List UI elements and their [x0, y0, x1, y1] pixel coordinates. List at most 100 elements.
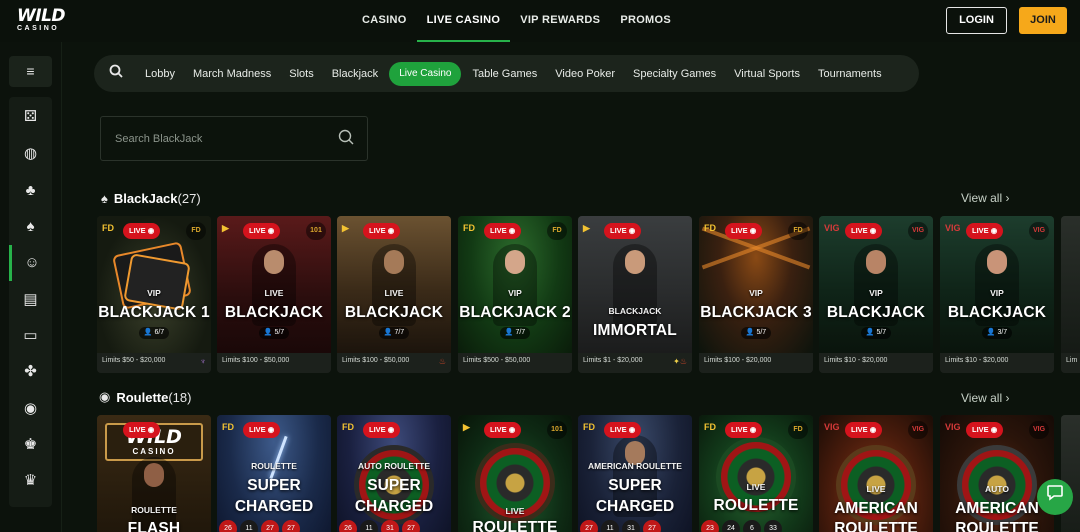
category-slots[interactable]: Slots	[280, 62, 322, 86]
game-card[interactable]: WILD CASINO LIVE ◉ ROULETTE FLASH	[97, 415, 211, 532]
view-all-blackjack-link[interactable]: View all ›	[961, 191, 1009, 205]
game-card[interactable]: VIG VIG LIVE ◉ VIP BLACKJACK 👤 3/7 Limit…	[940, 216, 1054, 373]
live-badge: LIVE ◉	[966, 223, 1004, 239]
category-video-poker[interactable]: Video Poker	[546, 62, 624, 86]
roulette-games-row: WILD CASINO LIVE ◉ ROULETTE FLASH FD LIV…	[97, 415, 1080, 532]
game-title-line2: ROULETTE	[955, 520, 1039, 532]
live-badge: LIVE ◉	[363, 223, 401, 239]
provider-logo: VIG	[824, 223, 840, 233]
game-limits: Limits $100 - $20,000	[699, 353, 813, 373]
recent-results: 27 11 31 27	[580, 520, 661, 532]
sports-ball-icon[interactable]: ◉	[9, 391, 52, 427]
hamburger-menu-icon[interactable]: ≡	[9, 56, 52, 87]
provider-logo: 101	[306, 222, 326, 240]
game-title: BLACKJACK 2	[459, 304, 571, 321]
category-tournaments[interactable]: Tournaments	[809, 62, 891, 86]
spade-icon[interactable]: ♠	[9, 209, 52, 245]
game-card[interactable]: FD FD LIVE ◉ VIP BLACKJACK 3 👤 5/7 Limit…	[699, 216, 813, 373]
hot-flame-icon: ♨	[438, 357, 446, 366]
category-specialty-games[interactable]: Specialty Games	[624, 62, 725, 86]
blackjack-games-row: FD FD LIVE ◉ VIP BLACKJACK 1 👤 6/7 Limit…	[97, 216, 1080, 374]
game-card[interactable]: VIG VIG LIVE ◉ VIP BLACKJACK 👤 5/7 Limit…	[819, 216, 933, 373]
sparkle-icon: ✦♨	[673, 357, 687, 366]
game-card[interactable]: FD FD LIVE ◉ VIP BLACKJACK 1 👤 6/7 Limit…	[97, 216, 211, 373]
game-card[interactable]: ▶ LIVE ◉ BLACKJACK IMMORTAL Limits $1 - …	[578, 216, 692, 373]
game-title: BLACKJACK 1	[98, 304, 210, 321]
view-all-roulette-link[interactable]: View all ›	[961, 391, 1009, 405]
game-card[interactable]: FD FD LIVE ◉ VIP BLACKJACK 2 👤 7/7 Limit…	[458, 216, 572, 373]
game-limits: Limits $10 - $20,000	[819, 353, 933, 373]
category-live-casino[interactable]: Live Casino	[389, 61, 462, 86]
section-title: Roulette	[116, 389, 169, 405]
game-title-line2: CHARGED	[234, 498, 314, 515]
laptop-icon[interactable]: ▭	[9, 318, 52, 354]
cherries-icon[interactable]: ♣	[9, 173, 52, 209]
dice-icon[interactable]: ⚄	[9, 99, 52, 135]
crown-icon[interactable]: ♛	[9, 463, 52, 499]
provider-logo: ▶	[342, 223, 349, 233]
game-subtitle: ROULETTE	[131, 505, 177, 515]
live-dealer-icon[interactable]: ☺	[9, 245, 52, 281]
game-thumbnail: FD LIVE ◉ AMERICAN ROULETTE SUPER CHARGE…	[578, 415, 692, 532]
category-virtual-sports[interactable]: Virtual Sports	[725, 62, 809, 86]
nav-casino[interactable]: CASINO	[352, 0, 417, 42]
game-subtitle: BLACKJACK	[608, 306, 662, 316]
game-thumbnail: ▶ LIVE ◉ LIVE BLACKJACK 👤 7/7	[337, 216, 451, 353]
game-card[interactable]: ▶ 101 LIVE ◉ LIVE ROULETTE	[458, 415, 572, 532]
game-card[interactable]: FD FD LIVE ◉ LIVE ROULETTE 23 24 6 33	[699, 415, 813, 532]
game-thumbnail: ▶ 101 LIVE ◉ LIVE BLACKJACK 👤 5/7	[217, 216, 331, 353]
sidebar-category-list: ⚄ ◍ ♣ ♠ ☺ ▤ ▭ ✤ ◉ ♚ ♛	[9, 97, 52, 507]
game-card[interactable]: FD LIVE ◉ AMERICAN ROULETTE SUPER CHARGE…	[578, 415, 692, 532]
join-button[interactable]: JOIN	[1019, 7, 1067, 34]
game-card[interactable]	[1061, 415, 1080, 532]
game-card[interactable]: VIG VIG LIVE ◉ LIVE AMERICAN ROULETTE	[819, 415, 933, 532]
cards-icon[interactable]: ▤	[9, 282, 52, 318]
game-card[interactable]: FD LIVE ◉ AUTO ROULETTE SUPER CHARGED 26…	[337, 415, 451, 532]
category-blackjack[interactable]: Blackjack	[323, 62, 387, 86]
nav-vip-rewards[interactable]: VIP REWARDS	[510, 0, 610, 42]
game-subtitle: VIP	[147, 288, 161, 298]
basketball-icon[interactable]: ◍	[9, 136, 52, 172]
game-subtitle: AMERICAN ROULETTE	[588, 461, 682, 471]
provider-logo: FD	[463, 223, 475, 233]
login-button[interactable]: LOGIN	[946, 7, 1007, 34]
game-subtitle: LIVE	[384, 288, 404, 298]
game-title-line2: CHARGED	[354, 498, 434, 515]
category-table-games[interactable]: Table Games	[463, 62, 546, 86]
provider-logo: VIG	[1029, 222, 1049, 240]
live-badge: LIVE ◉	[123, 223, 161, 239]
game-title: BLACKJACK	[344, 304, 444, 321]
game-title-line2: CHARGED	[595, 498, 675, 515]
game-card[interactable]: FD LIVE ◉ ROULETTE SUPER CHARGED 26 11 2…	[217, 415, 331, 532]
seat-count: 👤 5/7	[861, 327, 891, 339]
provider-logo: ▶	[583, 223, 590, 233]
wild-casino-logo[interactable]: WILD CASINO	[17, 8, 73, 34]
game-subtitle: AUTO ROULETTE	[357, 461, 431, 471]
provider-logo: VIG	[908, 222, 928, 240]
search-icon[interactable]	[338, 129, 354, 149]
game-limits: Limits $50 - $20,000 ♆	[97, 353, 211, 373]
seat-count: 👤 7/7	[379, 327, 409, 339]
game-limits: Lim	[1061, 353, 1080, 373]
nav-live-casino[interactable]: LIVE CASINO	[416, 0, 511, 42]
trophy-icon[interactable]: ♚	[9, 427, 52, 463]
provider-logo: VIG	[945, 422, 961, 432]
search-icon[interactable]	[96, 55, 136, 92]
game-card[interactable]: ▶ 101 LIVE ◉ LIVE BLACKJACK 👤 5/7 Limits…	[217, 216, 331, 373]
sidebar: ≡ ⚄ ◍ ♣ ♠ ☺ ▤ ▭ ✤ ◉ ♚ ♛	[0, 42, 62, 532]
search-input[interactable]	[115, 131, 325, 147]
live-badge: LIVE ◉	[725, 223, 763, 239]
live-badge: LIVE ◉	[725, 422, 763, 438]
chat-bubble-icon[interactable]	[1037, 479, 1073, 515]
game-card[interactable]: VIG VIG LIVE ◉ AUTO AMERICAN ROULETTE	[940, 415, 1054, 532]
nav-promos[interactable]: PROMOS	[610, 0, 681, 42]
game-card[interactable]: ▶ LIVE ◉ LIVE BLACKJACK 👤 7/7 Limits $10…	[337, 216, 451, 373]
game-thumbnail: FD LIVE ◉ ROULETTE SUPER CHARGED 26 11 2…	[217, 415, 331, 532]
category-march-madness[interactable]: March Madness	[184, 62, 280, 86]
category-lobby[interactable]: Lobby	[136, 62, 184, 86]
game-thumbnail	[1061, 415, 1080, 532]
clover-icon[interactable]: ✤	[9, 354, 52, 390]
game-subtitle: VIP	[508, 288, 522, 298]
game-title: BLACKJACK	[224, 304, 324, 321]
game-card[interactable]: Lim	[1061, 216, 1080, 373]
